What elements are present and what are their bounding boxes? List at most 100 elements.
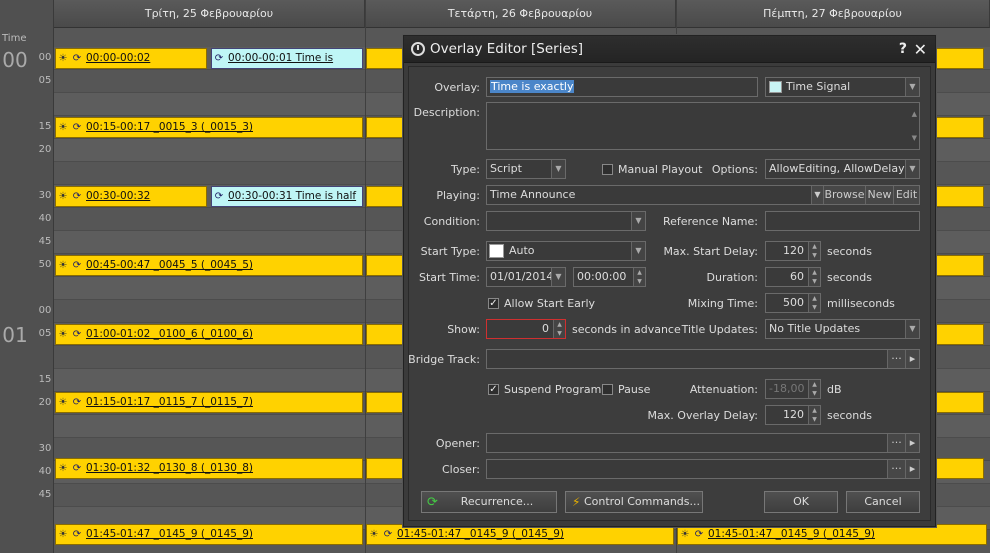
event-block[interactable]	[366, 324, 406, 345]
event-block[interactable]: ☀ ⟳ 01:45-01:47 _0145_9 (_0145_9)	[55, 524, 363, 545]
event-block[interactable]	[936, 255, 984, 276]
duration-stepper[interactable]: 60 ▲ ▼	[765, 267, 821, 287]
new-button[interactable]: New	[865, 186, 893, 204]
sun-icon: ☀	[58, 529, 68, 540]
closer-input[interactable]: ··· ▸	[486, 459, 920, 479]
recurrence-icon: ⟳	[72, 529, 82, 540]
event-block[interactable]: ☀ ⟳ 01:45-01:47 _0145_9 (_0145_9)	[366, 524, 674, 545]
browse-button[interactable]: Browse	[823, 186, 865, 204]
scroll-down-icon[interactable]: ▼	[912, 129, 917, 147]
show-label: Show:	[447, 323, 480, 336]
event-block[interactable]	[366, 117, 406, 138]
event-block[interactable]: ☀ ⟳ 01:15-01:17 _0115_7 (_0115_7)	[55, 392, 363, 413]
minute-label: 45	[38, 236, 52, 247]
more-icon[interactable]: ···	[887, 460, 905, 478]
event-block[interactable]: ☀ ⟳ 00:15-00:17 _0015_3 (_0015_3)	[55, 117, 363, 138]
event-block[interactable]	[366, 48, 406, 69]
help-icon[interactable]: ?	[899, 36, 907, 63]
event-label: 01:45-01:47 _0145_9 (_0145_9)	[708, 528, 875, 540]
playing-select[interactable]: Time Announce ▼ Browse New Edit	[486, 185, 920, 205]
event-block[interactable]: ⟳ 00:30-00:31 Time is half	[211, 186, 363, 207]
allow-start-early-checkbox[interactable]: ✓	[488, 298, 499, 309]
event-block[interactable]	[366, 255, 406, 276]
event-label: 01:45-01:47 _0145_9 (_0145_9)	[86, 528, 253, 540]
suspend-program-checkbox[interactable]: ✓	[488, 384, 499, 395]
sun-icon: ☀	[58, 53, 68, 64]
hour-label: 01	[2, 323, 28, 347]
day-header[interactable]: Τετάρτη, 26 Φεβρουαρίου	[365, 0, 676, 28]
recurrence-icon: ⟳	[694, 529, 704, 540]
playing-label: Playing:	[436, 189, 480, 202]
event-block[interactable]: ☀ ⟳ 00:30-00:32	[55, 186, 207, 207]
chevron-down-icon[interactable]: ▼	[811, 186, 823, 204]
reference-name-input[interactable]	[765, 211, 920, 231]
event-block[interactable]	[936, 48, 984, 69]
event-block[interactable]	[936, 186, 984, 207]
scroll-up-icon[interactable]: ▲	[912, 105, 917, 123]
bridge-track-input[interactable]: ··· ▸	[486, 349, 920, 369]
spinner-icon[interactable]: ▲ ▼	[808, 242, 820, 260]
event-block[interactable]	[936, 458, 984, 479]
mixing-time-stepper[interactable]: 500 ▲ ▼	[765, 293, 821, 313]
spinner-icon[interactable]: ▲ ▼	[808, 268, 820, 286]
event-block[interactable]: ☀ ⟳ 00:45-00:47 _0045_5 (_0045_5)	[55, 255, 363, 276]
spinner-icon[interactable]: ▲ ▼	[808, 294, 820, 312]
day-header[interactable]: Πέμπτη, 27 Φεβρουαρίου	[676, 0, 990, 28]
description-input[interactable]: ▲ ▼	[486, 102, 920, 150]
overlay-name-input[interactable]: Time is exactly	[486, 77, 758, 97]
event-block[interactable]	[366, 458, 406, 479]
more-icon[interactable]: ···	[887, 350, 905, 368]
closer-label: Closer:	[441, 463, 480, 476]
event-block[interactable]	[936, 392, 984, 413]
event-block[interactable]	[366, 186, 406, 207]
pause-checkbox[interactable]	[602, 384, 613, 395]
recurrence-icon: ⟳	[72, 329, 82, 340]
manual-playout-checkbox[interactable]	[602, 164, 613, 175]
event-block[interactable]: ☀ ⟳ 00:00-00:02	[55, 48, 207, 69]
type-value: Script	[490, 162, 522, 175]
event-block[interactable]	[366, 392, 406, 413]
overlay-name-value: Time is exactly	[490, 80, 575, 93]
overlay-editor-dialog: Overlay Editor [Series] ? ✕ Overlay: Tim…	[403, 35, 936, 527]
overlay-type-select[interactable]: Time Signal ▼	[765, 77, 920, 97]
ok-button[interactable]: OK	[764, 491, 838, 513]
condition-select[interactable]: ▼	[486, 211, 646, 231]
spinner-icon[interactable]: ▲ ▼	[553, 320, 565, 338]
event-block[interactable]: ☀ ⟳ 01:30-01:32 _0130_8 (_0130_8)	[55, 458, 363, 479]
spinner-icon[interactable]: ▲ ▼	[633, 268, 645, 286]
spinner-icon[interactable]: ▲ ▼	[808, 380, 820, 398]
event-label: 00:30-00:31 Time is half	[228, 190, 357, 202]
more-icon[interactable]: ···	[887, 434, 905, 452]
event-block[interactable]: ⟳ 00:00-00:01 Time is	[211, 48, 363, 69]
event-label: 01:15-01:17 _0115_7 (_0115_7)	[86, 396, 253, 408]
event-block[interactable]	[936, 117, 984, 138]
max-start-delay-stepper[interactable]: 120 ▲ ▼	[765, 241, 821, 261]
minute-label: 00	[38, 52, 52, 63]
max-overlay-delay-stepper[interactable]: 120 ▲ ▼	[765, 405, 821, 425]
day-header[interactable]: Τρίτη, 25 Φεβρουαρίου	[54, 0, 365, 28]
edit-button[interactable]: Edit	[893, 186, 919, 204]
start-type-select[interactable]: Auto ▼	[486, 241, 646, 261]
options-select[interactable]: AllowEditing, AllowDelay,... ▼	[765, 159, 920, 179]
play-icon[interactable]: ▸	[905, 434, 919, 452]
type-select[interactable]: Script ▼	[486, 159, 566, 179]
start-date-select[interactable]: 01/01/2014 ▼	[486, 267, 566, 287]
start-time-stepper[interactable]: 00:00:00 ▲ ▼	[573, 267, 646, 287]
minute-label: 30	[38, 443, 52, 454]
event-block[interactable]	[936, 324, 984, 345]
play-icon[interactable]: ▸	[905, 460, 919, 478]
minute-label: 45	[38, 489, 52, 500]
show-advance-stepper[interactable]: 0 ▲ ▼	[486, 319, 566, 339]
cancel-button[interactable]: Cancel	[846, 491, 920, 513]
event-label: 01:30-01:32 _0130_8 (_0130_8)	[86, 462, 253, 474]
opener-input[interactable]: ··· ▸	[486, 433, 920, 453]
event-block[interactable]: ☀ ⟳ 01:00-01:02 _0100_6 (_0100_6)	[55, 324, 363, 345]
title-updates-select[interactable]: No Title Updates ▼	[765, 319, 920, 339]
control-commands-button[interactable]: ⚡ Control Commands...	[565, 491, 703, 513]
recurrence-button[interactable]: ⟳ Recurrence...	[421, 491, 557, 513]
event-block[interactable]: ☀ ⟳ 01:45-01:47 _0145_9 (_0145_9)	[677, 524, 987, 545]
play-icon[interactable]: ▸	[905, 350, 919, 368]
close-icon[interactable]: ✕	[914, 36, 927, 63]
spinner-icon[interactable]: ▲ ▼	[808, 406, 820, 424]
attenuation-stepper[interactable]: -18,00 ▲ ▼	[765, 379, 821, 399]
